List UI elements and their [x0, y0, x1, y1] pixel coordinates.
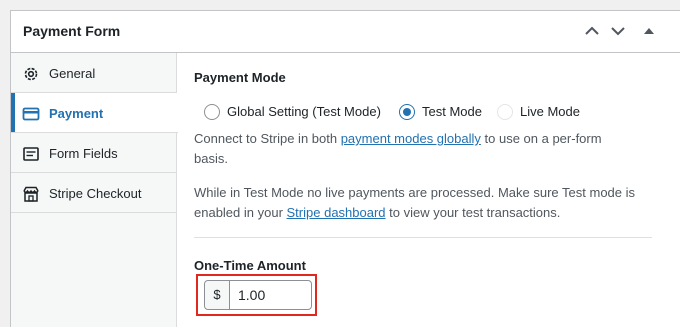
tab-general-label: General — [49, 66, 96, 81]
tab-form-fields[interactable]: Form Fields — [11, 133, 177, 173]
tab-payment-label: Payment — [49, 106, 104, 121]
collapse-toggle-button[interactable] — [640, 21, 658, 41]
currency-symbol: $ — [205, 281, 230, 309]
radio-global-setting-label: Global Setting (Test Mode) — [227, 104, 381, 119]
gear-icon — [22, 65, 40, 83]
notice-text: to view your test transactions. — [385, 205, 561, 220]
tab-form-fields-label: Form Fields — [49, 146, 118, 161]
amount-input[interactable] — [231, 281, 309, 309]
test-mode-notice: While in Test Mode no live payments are … — [194, 183, 652, 223]
stripe-dashboard-link[interactable]: Stripe dashboard — [287, 205, 386, 220]
desc-text: Connect to Stripe in both — [194, 131, 341, 146]
desc-text: basis. — [194, 151, 228, 166]
notice-text: enabled in your — [194, 205, 287, 220]
chevron-up-icon — [585, 26, 599, 35]
move-up-button[interactable] — [583, 21, 601, 41]
radio-test-mode-label: Test Mode — [422, 104, 482, 119]
tab-payment[interactable]: Payment — [11, 93, 178, 133]
panel-title: Payment Form — [23, 23, 121, 39]
panel-header: Payment Form — [11, 11, 680, 53]
settings-sidebar: General Payment Form Fields Stripe Check… — [11, 53, 178, 327]
payment-mode-title: Payment Mode — [194, 70, 286, 85]
move-down-button[interactable] — [609, 21, 627, 41]
amount-field[interactable]: $ — [204, 280, 312, 310]
tab-stripe-checkout[interactable]: Stripe Checkout — [11, 173, 177, 213]
radio-test-mode-circle[interactable] — [399, 104, 415, 120]
one-time-amount-title: One-Time Amount — [194, 258, 306, 273]
payment-mode-description: Connect to Stripe in both payment modes … — [194, 129, 652, 169]
payment-form-panel: Payment Form General Payment Form Fields… — [10, 10, 680, 327]
radio-live-mode-label: Live Mode — [520, 104, 580, 119]
credit-card-icon — [22, 105, 40, 123]
document-icon — [22, 145, 40, 163]
chevron-down-icon — [611, 27, 625, 36]
payment-mode-radio-group: Global Setting (Test Mode) Test Mode Liv… — [194, 103, 652, 121]
caret-up-icon — [644, 28, 654, 34]
radio-live-mode-circle[interactable] — [497, 104, 513, 120]
payment-modes-globally-link[interactable]: payment modes globally — [341, 131, 481, 146]
tab-general[interactable]: General — [11, 53, 177, 93]
tab-stripe-checkout-label: Stripe Checkout — [49, 186, 142, 201]
storefront-icon — [22, 185, 40, 203]
section-divider — [194, 237, 652, 238]
notice-text: While in Test Mode no live payments are … — [194, 185, 636, 200]
radio-global-setting-circle[interactable] — [204, 104, 220, 120]
desc-text: to use on a per-form — [480, 131, 602, 146]
